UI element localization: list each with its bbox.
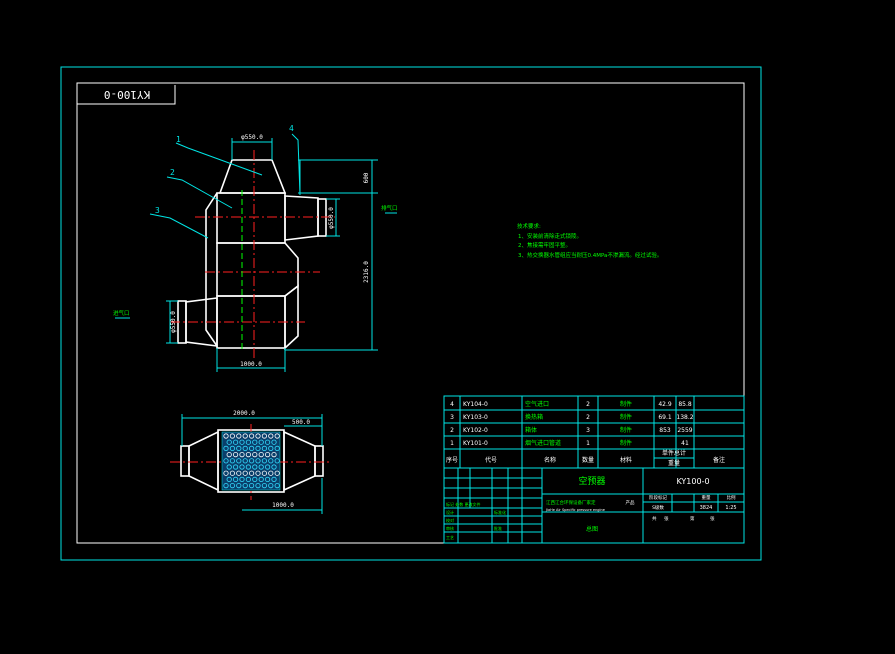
dim-lower-right: 500.0 [292, 419, 310, 426]
bom-header-qty: 数量 [582, 456, 594, 464]
dim-top-diameter: φ550.0 [241, 134, 263, 141]
bom-cell-w2: 138.2 [676, 414, 693, 421]
sheet-word-2: 张 [710, 515, 715, 522]
dim-outlet-diameter: φ550.0 [328, 207, 335, 229]
bom-cell-code: KY101-0 [463, 440, 488, 447]
notes-title: 技术要求: [517, 222, 541, 230]
bom-cell-code: KY104-0 [463, 401, 488, 408]
dim-small-height: 600 [363, 172, 370, 183]
bom-cell-mat: 制件 [620, 400, 632, 408]
rotated-drawing-code: KY100-0 [104, 88, 150, 101]
leader-1: 1 [176, 135, 181, 144]
cad-drawing-canvas: KY100-0 φ550.0 600 2316.0 φ550.0 φ550.0 … [60, 66, 762, 561]
bom-cell-qty: 1 [586, 440, 590, 447]
drawing-code: KY100-0 [676, 477, 709, 486]
flow-in-label: 进气口 [113, 309, 130, 317]
stage-label: 阶段标记 [649, 494, 667, 501]
bom-cell-w2: 85.8 [678, 401, 692, 408]
sign-row-review: 审核 [446, 525, 454, 531]
bom-header-remark: 备注 [713, 456, 725, 464]
note-line-2: 2、焦接需牢固平整。 [518, 241, 571, 249]
dim-lower-length: 2000.0 [233, 410, 255, 417]
sign-row-check: 校对 [446, 517, 454, 523]
bom-cell-mat: 制件 [620, 439, 632, 447]
weight-value: 3824 [700, 505, 713, 511]
technical-notes: 技术要求: 1、安装前清除走式锁陵。 2、焦接需牢固平整。 3、热交换器水管组应… [517, 222, 662, 259]
sign-col-standard: 标准化 [494, 509, 506, 515]
outer-frame [60, 66, 762, 561]
sign-row-marks: 标记 处数 更改文件 [446, 501, 481, 507]
dim-lower-bottom: 1000.0 [272, 502, 294, 509]
bom-cell-name: 箱体 [525, 426, 537, 434]
front-dimensions [166, 138, 378, 372]
bom-header-name: 名称 [544, 456, 556, 464]
sheet-word-1: 张 [664, 515, 669, 522]
flow-out-label: 排气口 [381, 204, 398, 212]
product-name: 空预器 [578, 475, 605, 487]
tube-bank [221, 431, 281, 491]
note-line-3: 3、热交换器水管组应当耐压0.4MPa不渗漏流。经过试验。 [518, 251, 662, 259]
inner-frame [76, 82, 745, 544]
bom-cell-name: 空气进口 [525, 400, 549, 408]
bom-cell-qty: 2 [586, 414, 590, 421]
front-view [170, 150, 335, 360]
product-label: 产品 [626, 499, 635, 506]
bom-header-no: 序号 [446, 456, 458, 464]
flow-arrows: 排气口 进气口 [113, 204, 398, 319]
bom-cell-w2: 41 [681, 440, 689, 447]
sign-col-approve: 批准 [494, 525, 502, 531]
sheet-total-label: 共 [652, 515, 657, 522]
dim-total-height: 2316.0 [363, 261, 370, 283]
bom-cell-w2: 2559 [677, 427, 692, 434]
bom-cell-qty: 2 [586, 401, 590, 408]
note-line-1: 1、安装前清除走式锁陵。 [518, 232, 582, 240]
bom-cell-w1: 853 [659, 427, 671, 434]
leader-2: 2 [170, 168, 175, 177]
bom-cell-mat: 制件 [620, 426, 632, 434]
sign-row-design: 设计 [446, 509, 454, 515]
stage-value: S级数 [652, 504, 664, 511]
scale-value: 1:25 [725, 505, 736, 511]
leader-3: 3 [155, 206, 160, 215]
scale-label: 比例 [727, 494, 736, 501]
bom-cell-qty: 3 [586, 427, 590, 434]
bom-cell-w1: 69.1 [658, 414, 672, 421]
bom-cell-no: 1 [450, 440, 454, 447]
company-english: JiaHe Air Specific pressure engine [545, 508, 605, 512]
bom-header-weight-unit: 重量 [668, 459, 680, 467]
bom-cell-no: 3 [450, 414, 454, 421]
bom-header-mat: 材料 [620, 456, 632, 464]
bom-cell-no: 2 [450, 427, 454, 434]
bom-header-weight: 单件总计 [662, 449, 686, 457]
bom-cell-name: 烟气进口管道 [525, 439, 561, 447]
bom-cell-code: KY103-0 [463, 414, 488, 421]
rotated-code-box: KY100-0 [77, 85, 176, 105]
bottom-view [170, 414, 332, 514]
weight-label: 重量 [702, 494, 711, 501]
company-name: 江西江合环保设备厂家定 [546, 499, 596, 506]
dim-inlet-diameter: φ550.0 [170, 311, 177, 333]
part-leaders [149, 133, 301, 239]
sign-row-process: 工艺 [446, 535, 454, 540]
bom-header-code: 代号 [485, 456, 497, 464]
drawing-kind: 总图 [586, 525, 598, 533]
bom-cell-name: 换热箱 [525, 413, 543, 421]
bom-cell-w1: 42.9 [658, 401, 672, 408]
bom-cell-mat: 制件 [620, 413, 632, 421]
leader-4: 4 [289, 124, 294, 133]
sheet-no-label: 第 [690, 515, 695, 522]
bom-cell-code: KY102-0 [463, 427, 488, 434]
dim-width-bottom: 1000.0 [240, 361, 262, 368]
bom-cell-no: 4 [450, 401, 454, 408]
